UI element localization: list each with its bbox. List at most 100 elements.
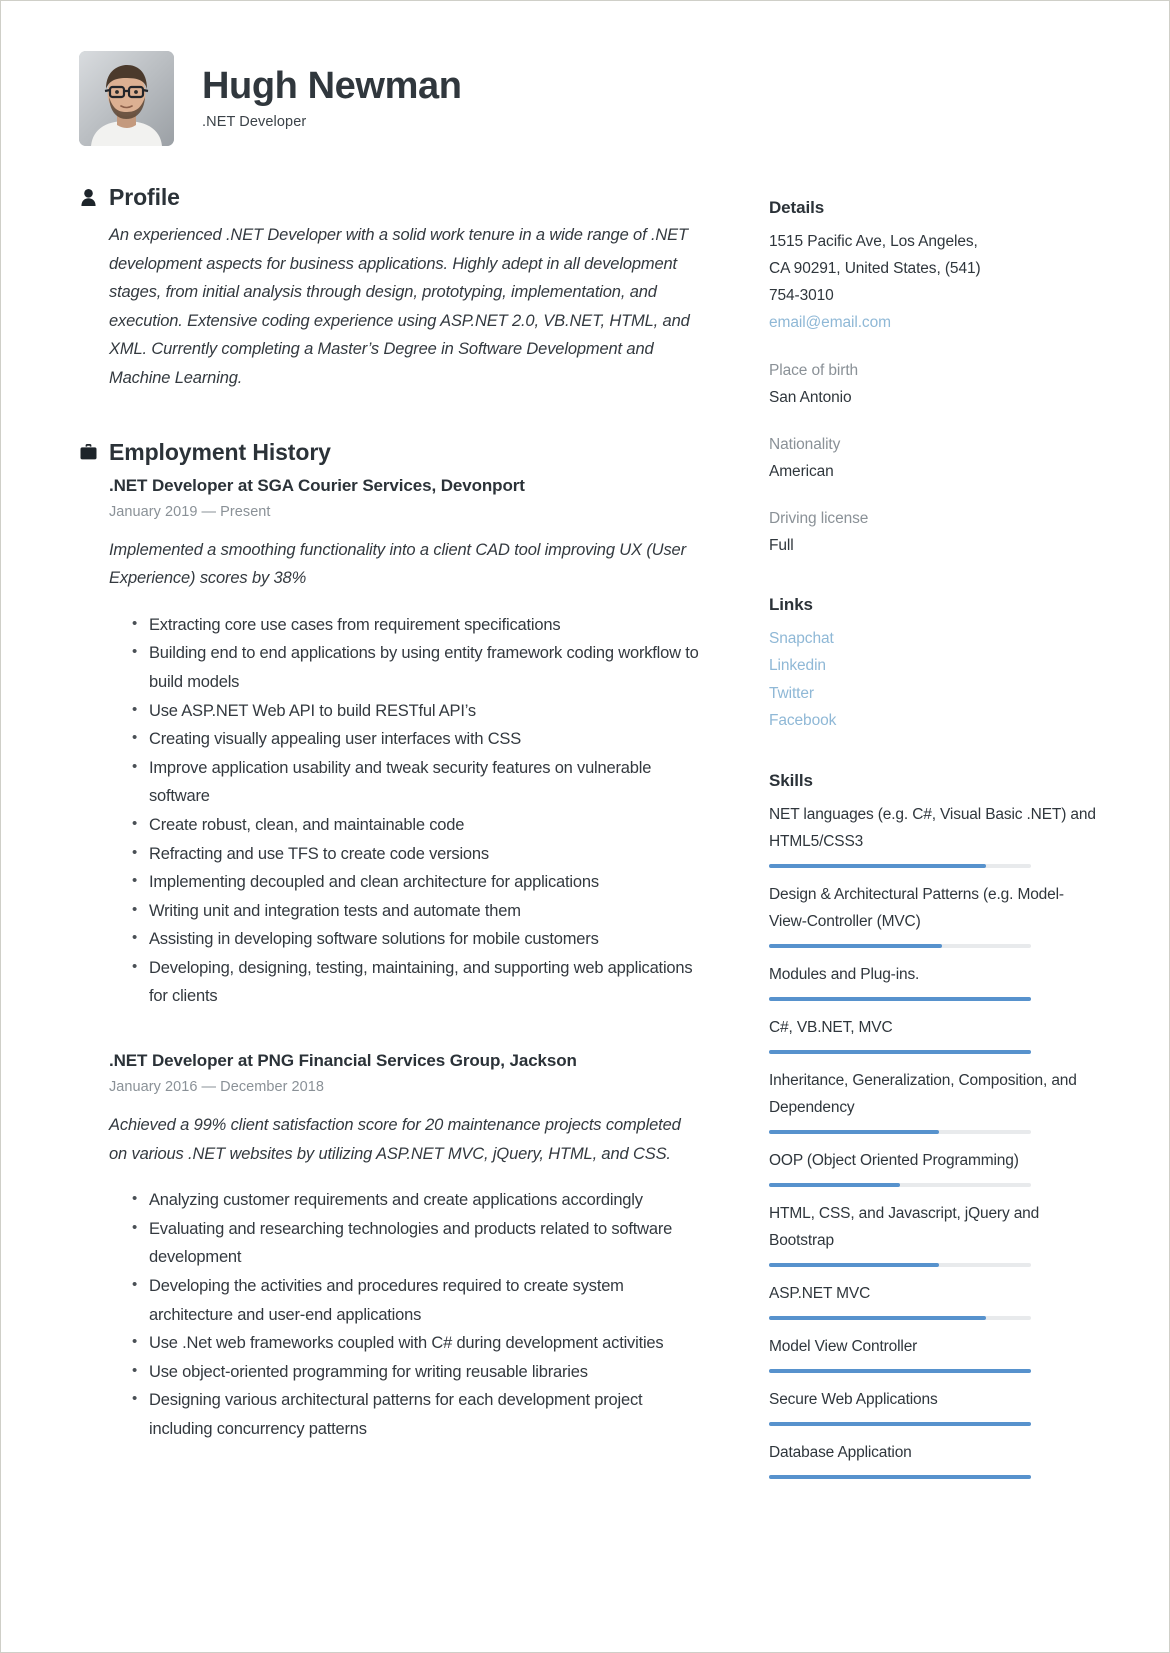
job-summary: Implemented a smoothing functionality in… [109, 540, 686, 588]
address-line: 1515 Pacific Ave, Los Angeles, [769, 233, 978, 250]
email-link[interactable]: email@email.com [769, 309, 1101, 337]
skill-progress-track [769, 1129, 1031, 1134]
skill-item: Design & Architectural Patterns (e.g. Mo… [769, 881, 1101, 948]
skill-label: Inheritance, Generalization, Composition… [769, 1071, 1077, 1116]
skill-progress-fill [769, 1368, 1031, 1373]
job-summary: Achieved a 99% client satisfaction score… [109, 1116, 681, 1163]
driving-license-label: Driving license [769, 509, 869, 527]
skill-item: NET languages (e.g. C#, Visual Basic .NE… [769, 801, 1101, 868]
resume-page: Hugh Newman .NET Developer Profile An ex… [1, 1, 1169, 1652]
employment-heading-label: Employment History [109, 438, 331, 465]
link-snapchat[interactable]: Snapchat [769, 625, 1101, 653]
driving-license-value: Full [769, 536, 794, 554]
place-of-birth-label: Place of birth [769, 361, 859, 379]
skill-progress-track [769, 1474, 1031, 1479]
skill-item: ASP.NET MVC [769, 1280, 1101, 1320]
job-dates: January 2016 — December 2018 [109, 1079, 324, 1096]
address-line: CA 90291, United States, (541) [769, 260, 981, 277]
nationality-label: Nationality [769, 435, 841, 453]
skill-label: OOP (Object Oriented Programming) [769, 1151, 1019, 1169]
skill-progress-fill [769, 1049, 1031, 1054]
main-column: Profile An experienced .NET Developer wi… [1, 184, 701, 1492]
job-title-subtitle: .NET Developer [202, 113, 307, 130]
skill-progress-fill [769, 1421, 1031, 1426]
details-heading: Details [769, 198, 825, 217]
sidebar-column: Details 1515 Pacific Ave, Los Angeles, C… [701, 184, 1101, 1492]
list-item: Use .Net web frameworks coupled with C# … [132, 1328, 701, 1358]
list-item: Extracting core use cases from requireme… [132, 610, 701, 640]
resume-body: Profile An experienced .NET Developer wi… [1, 146, 1169, 1492]
job-bullet-list: Extracting core use cases from requireme… [109, 610, 701, 1011]
list-item: Use object-oriented programming for writ… [132, 1357, 701, 1387]
list-item: Analyzing customer requirements and crea… [132, 1185, 701, 1215]
skill-progress-track [769, 1262, 1031, 1267]
skill-label: NET languages (e.g. C#, Visual Basic .NE… [769, 805, 1096, 850]
job-title: .NET Developer at SGA Courier Services, … [109, 475, 525, 495]
skill-label: ASP.NET MVC [769, 1284, 871, 1302]
job-entry: .NET Developer at SGA Courier Services, … [79, 476, 701, 1012]
skill-item: Database Application [769, 1439, 1101, 1479]
list-item: Writing unit and integration tests and a… [132, 896, 701, 926]
skill-progress-track [769, 1049, 1031, 1054]
skill-label: Design & Architectural Patterns (e.g. Mo… [769, 885, 1064, 930]
place-of-birth-value: San Antonio [769, 388, 852, 406]
skill-progress-fill [769, 1315, 987, 1320]
list-item: Evaluating and researching technologies … [132, 1214, 701, 1272]
profile-section: Profile An experienced .NET Developer wi… [79, 184, 701, 393]
skill-progress-track [769, 943, 1031, 948]
list-item: Implementing decoupled and clean archite… [132, 867, 701, 897]
skill-progress-track [769, 1182, 1031, 1187]
links-heading: Links [769, 594, 813, 614]
list-item: Refracting and use TFS to create code ve… [132, 839, 701, 869]
list-item: Creating visually appealing user interfa… [132, 724, 701, 754]
profile-text: An experienced .NET Developer with a sol… [109, 226, 690, 387]
skill-item: C#, VB.NET, MVC [769, 1014, 1101, 1054]
skills-section: Skills NET languages (e.g. C#, Visual Ba… [769, 771, 1101, 1479]
list-item: Building end to end applications by usin… [132, 638, 701, 696]
skill-progress-fill [769, 863, 987, 868]
list-item: Assisting in developing software solutio… [132, 924, 701, 954]
skill-label: Model View Controller [769, 1337, 918, 1355]
details-section: Details 1515 Pacific Ave, Los Angeles, C… [769, 198, 1101, 559]
list-item: Improve application usability and tweak … [132, 753, 701, 811]
skill-item: Model View Controller [769, 1333, 1101, 1373]
skill-progress-track [769, 863, 1031, 868]
profile-heading-label: Profile [109, 184, 180, 210]
avatar [79, 51, 174, 146]
job-entry: .NET Developer at PNG Financial Services… [79, 1051, 701, 1444]
skill-progress-fill [769, 1262, 940, 1267]
list-item: Developing, designing, testing, maintain… [132, 953, 701, 1011]
skill-progress-track [769, 996, 1031, 1001]
skill-progress-fill [769, 996, 1031, 1001]
job-title: .NET Developer at PNG Financial Services… [109, 1051, 577, 1071]
skill-progress-track [769, 1368, 1031, 1373]
skill-item: OOP (Object Oriented Programming) [769, 1147, 1101, 1187]
skill-item: Modules and Plug-ins. [769, 961, 1101, 1001]
job-dates: January 2019 — Present [109, 503, 271, 520]
link-linkedin[interactable]: Linkedin [769, 652, 1101, 680]
link-facebook[interactable]: Facebook [769, 707, 1101, 735]
skills-heading: Skills [769, 770, 813, 790]
skill-item: Secure Web Applications [769, 1386, 1101, 1426]
skill-item: HTML, CSS, and Javascript, jQuery and Bo… [769, 1200, 1101, 1267]
list-item: Designing various architectural patterns… [132, 1385, 701, 1443]
list-item: Use ASP.NET Web API to build RESTful API… [132, 696, 701, 726]
person-icon [79, 188, 97, 208]
skill-progress-fill [769, 1474, 1031, 1479]
list-item: Developing the activities and procedures… [132, 1271, 701, 1329]
skill-label: HTML, CSS, and Javascript, jQuery and Bo… [769, 1204, 1040, 1249]
skill-progress-fill [769, 1182, 900, 1187]
nationality-value: American [769, 462, 834, 480]
link-twitter[interactable]: Twitter [769, 680, 1101, 708]
resume-header: Hugh Newman .NET Developer [1, 1, 1169, 146]
employment-section: Employment History .NET Developer at SGA… [79, 439, 701, 1444]
employment-heading: Employment History [79, 439, 701, 466]
job-bullet-list: Analyzing customer requirements and crea… [109, 1185, 701, 1443]
skill-label: Modules and Plug-ins. [769, 965, 920, 983]
links-section: Links Snapchat Linkedin Twitter Facebook [769, 595, 1101, 735]
